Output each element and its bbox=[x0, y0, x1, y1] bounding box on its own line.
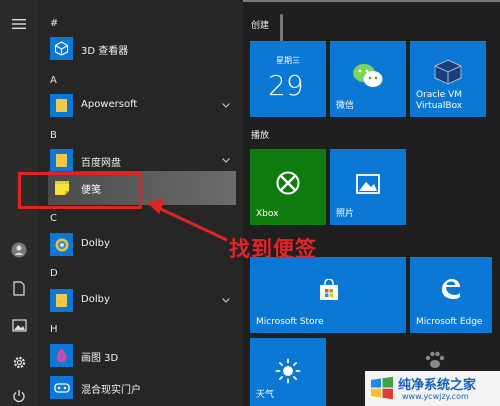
watermark: 纯净系统之家 www.ycwjzy.com bbox=[365, 371, 500, 406]
watermark-title: 纯净系统之家 bbox=[398, 378, 477, 393]
watermark-url: www.ycwjzy.com bbox=[402, 392, 469, 401]
annotation-arrow bbox=[147, 199, 228, 242]
windows-logo-icon bbox=[371, 376, 393, 400]
annotation-text: 找到便签 bbox=[229, 236, 317, 261]
